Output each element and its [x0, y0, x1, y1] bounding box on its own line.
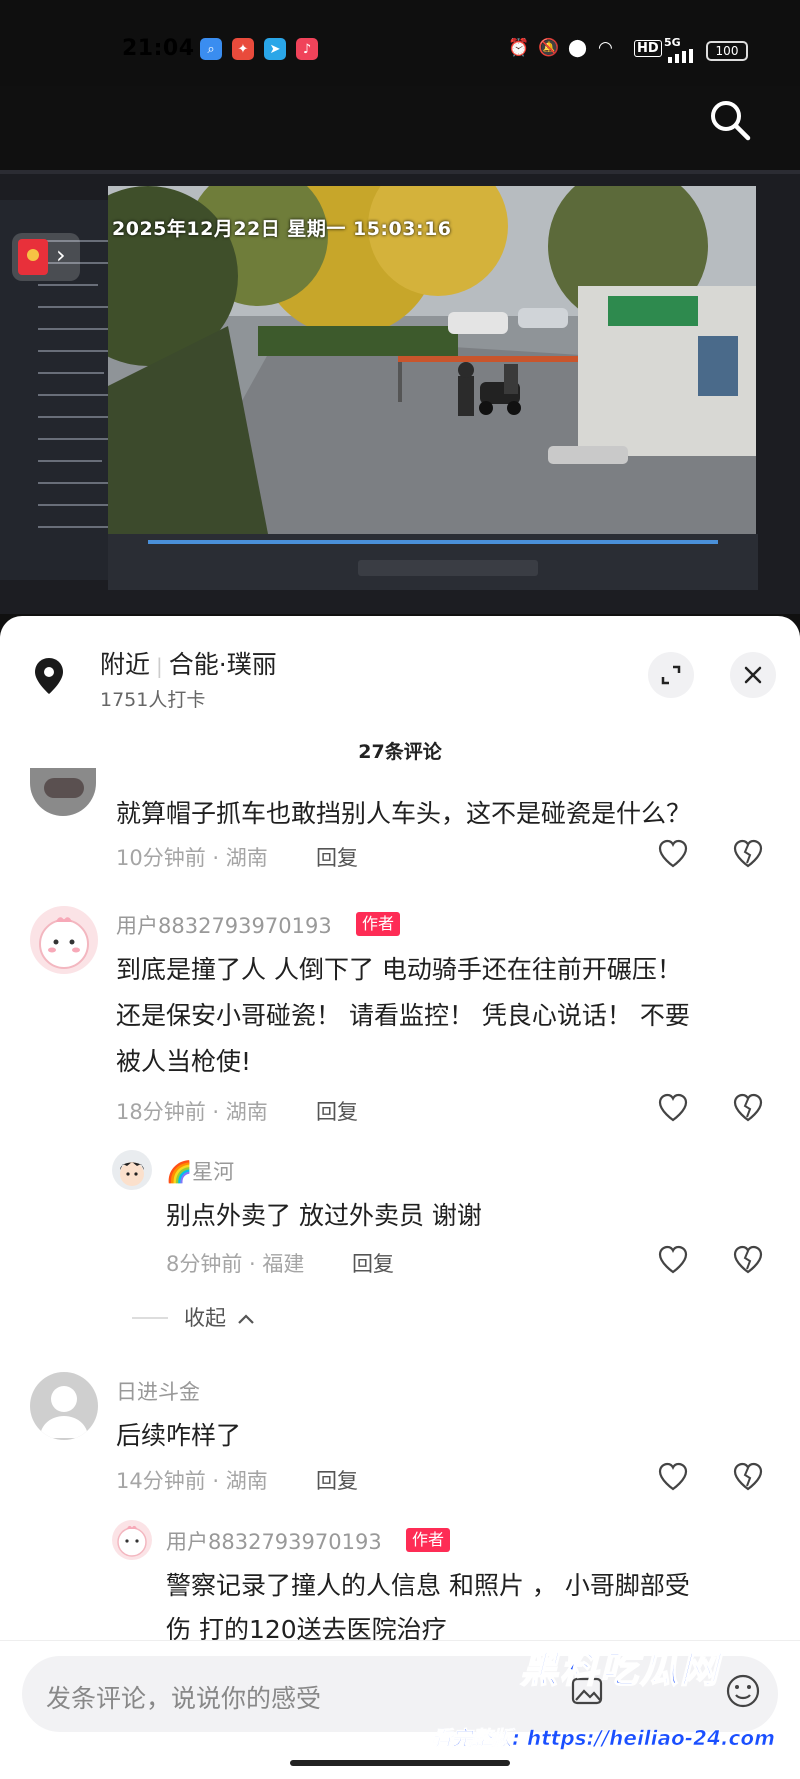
home-indicator[interactable]	[290, 1760, 510, 1766]
red-packet-button[interactable]: ›	[12, 233, 80, 281]
like-button[interactable]	[657, 1092, 689, 1122]
heart-icon	[658, 1245, 688, 1274]
chevron-up-icon	[237, 1314, 254, 1324]
comment-meta: 10分钟前 · 湖南	[116, 846, 268, 870]
signal-icon	[666, 48, 696, 63]
like-button[interactable]	[657, 1461, 689, 1491]
location-status-icon: ⬤	[568, 38, 588, 58]
expand-icon	[661, 665, 681, 685]
reply-text: 别点外卖了 放过外卖员 谢谢	[166, 1201, 482, 1230]
checkin-count: 1751人打卡	[100, 689, 206, 711]
comment-text: 后续咋样了	[116, 1421, 242, 1450]
like-button[interactable]	[657, 1244, 689, 1274]
heart-icon	[658, 1462, 688, 1491]
comment-username[interactable]: 用户8832793970193	[116, 910, 332, 940]
heart-icon	[658, 839, 688, 868]
dislike-button[interactable]	[732, 1461, 764, 1491]
avatar[interactable]	[30, 1372, 98, 1440]
reply-button[interactable]: 回复	[352, 1248, 394, 1278]
heart-icon	[658, 1093, 688, 1122]
dislike-button[interactable]	[732, 1092, 764, 1122]
broken-heart-icon	[733, 1093, 763, 1122]
comment-text-line-3: 被人当枪使!	[116, 1047, 252, 1076]
comment-text-line-2: 还是保安小哥碰瓷！ 请看监控！ 凭良心说话！ 不要	[116, 1001, 690, 1030]
close-button[interactable]	[730, 652, 776, 698]
broken-heart-icon	[733, 1245, 763, 1274]
mute-icon: 🔕	[538, 38, 560, 58]
comment-input-placeholder: 发条评论，说说你的感受	[46, 1684, 322, 1713]
reply-button[interactable]: 回复	[316, 1465, 358, 1495]
collapse-label: 收起	[184, 1306, 226, 1330]
emoji-button[interactable]	[724, 1672, 762, 1714]
dislike-button[interactable]	[732, 838, 764, 868]
hd-icon: HD	[634, 40, 662, 57]
comment-count: 27条评论	[358, 741, 442, 763]
divider	[132, 1317, 168, 1319]
music-app-icon: ♪	[296, 38, 318, 60]
reply-text-line-1: 警察记录了撞人的人信息 和照片 ， 小哥脚部受	[166, 1571, 690, 1600]
reply-button[interactable]: 回复	[316, 842, 358, 872]
search-icon	[711, 101, 751, 141]
location-name: 合能·璞丽	[168, 650, 277, 679]
expand-button[interactable]	[648, 652, 694, 698]
dislike-button[interactable]	[732, 1244, 764, 1274]
close-icon	[744, 666, 762, 684]
comment-username[interactable]: 日进斗金	[116, 1376, 200, 1406]
battery-indicator: 100	[706, 41, 748, 61]
status-time: 21:04	[122, 36, 195, 61]
comment-text: 就算帽子抓车也敢挡别人车头，这不是碰瓷是什么？	[116, 799, 692, 828]
avatar[interactable]	[112, 1520, 152, 1560]
avatar[interactable]	[112, 1150, 152, 1190]
location-pin-icon	[32, 656, 66, 700]
video-timestamp: 2025年12月22日 星期一 15:03:16	[112, 218, 452, 240]
chevron-right-icon: ›	[56, 241, 66, 269]
avatar[interactable]	[30, 906, 98, 974]
broken-heart-icon	[733, 839, 763, 868]
monitor-taskbar	[108, 534, 758, 590]
comment-meta: 18分钟前 · 湖南	[116, 1100, 268, 1124]
watermark-url: 看完整版: https://heiliao-24.com	[432, 1726, 776, 1751]
alarm-icon: ⏰	[508, 38, 530, 58]
collapse-replies-button[interactable]: 收起	[184, 1302, 255, 1332]
reply-meta: 8分钟前 · 福建	[166, 1252, 305, 1276]
emoji-icon	[726, 1674, 760, 1708]
game-app-icon: ✦	[232, 38, 254, 60]
search-app-icon: ⌕	[200, 38, 222, 60]
like-button[interactable]	[657, 838, 689, 868]
watermark-brand: 黑料吃瓜网	[519, 1646, 721, 1692]
location-prefix: 附近	[100, 650, 151, 679]
author-badge: 作者	[356, 912, 401, 936]
search-button[interactable]	[706, 96, 754, 144]
red-packet-icon	[18, 239, 48, 275]
location-title[interactable]: 附近 | 合能·璞丽	[100, 645, 277, 681]
reply-username[interactable]: 🌈星河	[166, 1156, 234, 1186]
broken-heart-icon	[733, 1462, 763, 1491]
author-badge: 作者	[406, 1528, 451, 1552]
reply-username[interactable]: 用户8832793970193	[166, 1526, 382, 1556]
comment-meta: 14分钟前 · 湖南	[116, 1469, 268, 1493]
reply-button[interactable]: 回复	[316, 1096, 358, 1126]
comment-text-line-1: 到底是撞了人 人倒下了 电动骑手还在往前开碾压！	[116, 955, 682, 984]
telegram-app-icon: ➤	[264, 38, 286, 60]
wifi-icon: ◠	[598, 38, 613, 58]
